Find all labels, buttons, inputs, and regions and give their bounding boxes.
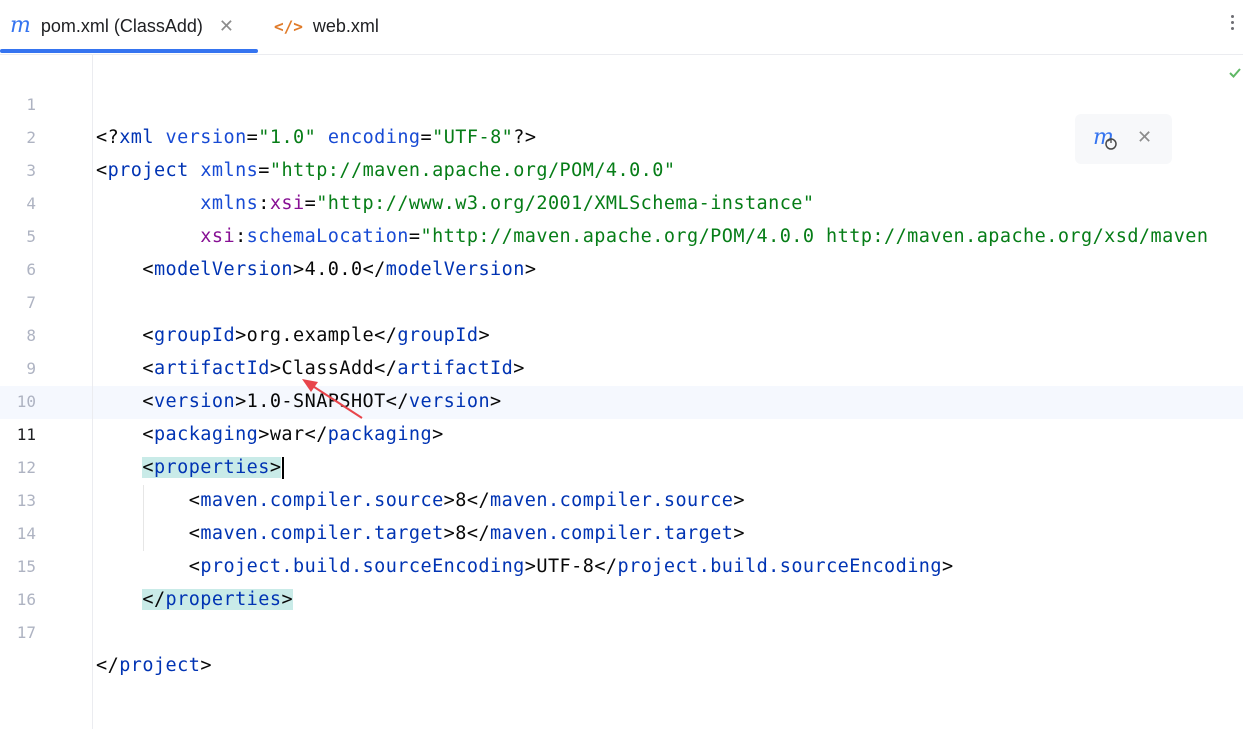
tab-pom-xml[interactable]: m pom.xml (ClassAdd) ✕: [0, 0, 258, 53]
code-line: 12 <maven.compiler.source>8</maven.compi…: [0, 418, 1243, 511]
code-line: 8 <artifactId>ClassAdd</artifactId>: [0, 286, 1243, 379]
code-editor[interactable]: 1 <?xml version="1.0" encoding="UTF-8"?>…: [0, 55, 1243, 729]
close-icon[interactable]: ✕: [1137, 127, 1152, 148]
code-line: 14 <project.build.sourceEncoding>UTF-8</…: [0, 484, 1243, 577]
code-line: 7 <groupId>org.example</groupId>: [0, 253, 1243, 346]
close-icon[interactable]: ✕: [219, 16, 234, 37]
code-line: 16: [0, 550, 1243, 609]
tab-label: pom.xml (ClassAdd): [40, 15, 203, 36]
code-line: 3 xmlns:xsi="http://www.w3.org/2001/XMLS…: [0, 121, 1243, 214]
editor-tab-bar: m pom.xml (ClassAdd) ✕ </> web.xml: [0, 0, 1243, 55]
code-line: 15 </properties>: [0, 517, 1243, 610]
code-line: 2 <project xmlns="http://maven.apache.or…: [0, 88, 1243, 181]
code-line: 4 xsi:schemaLocation="http://maven.apach…: [0, 154, 1243, 247]
more-options-icon[interactable]: [1227, 12, 1237, 36]
line-number: 17: [16, 623, 36, 642]
tab-web-xml[interactable]: </> web.xml: [264, 0, 404, 52]
code-line: 1 <?xml version="1.0" encoding="UTF-8"?>: [0, 55, 1243, 148]
maven-reload-icon[interactable]: m: [1093, 126, 1121, 152]
tab-label: web.xml: [312, 15, 379, 36]
code-line-current: 11 <properties>: [0, 385, 1243, 479]
code-line: 13 <maven.compiler.target>8</maven.compi…: [0, 451, 1243, 544]
xml-file-icon: </>: [274, 16, 303, 36]
maven-icon: m: [10, 13, 31, 38]
code-line: 9 <version>1.0-SNAPSHOT</version>: [0, 319, 1243, 412]
code-line: 17 </project>: [0, 583, 1243, 676]
maven-reload-popup: m ✕: [1075, 114, 1172, 164]
code-line: 6: [0, 220, 1243, 279]
code-line: 10 <packaging>war</packaging>: [0, 352, 1243, 445]
active-tab-indicator: [0, 49, 258, 53]
code-line: 5 <modelVersion>4.0.0</modelVersion>: [0, 187, 1243, 280]
